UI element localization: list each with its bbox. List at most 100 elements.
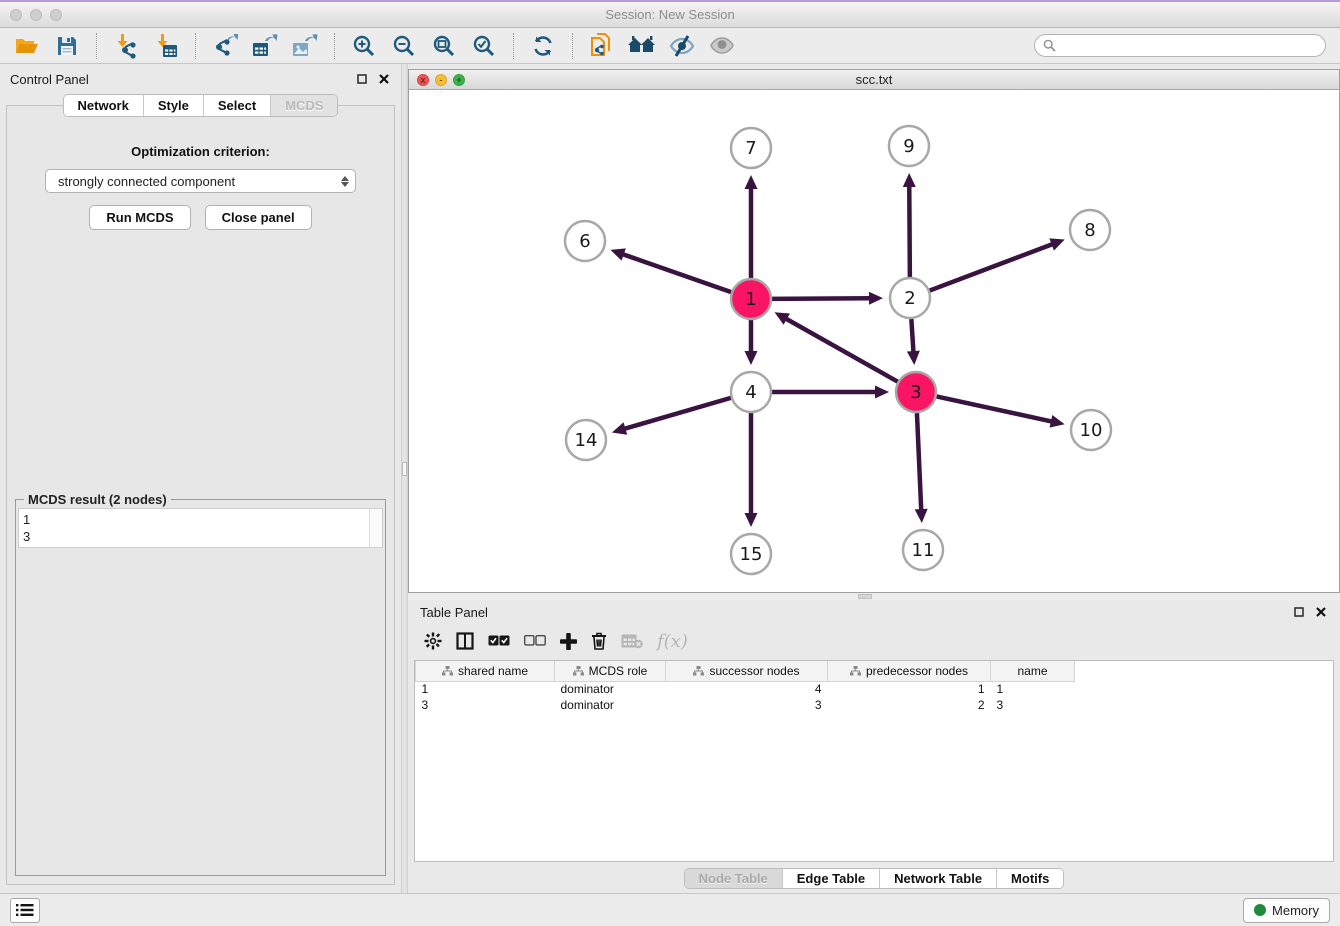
zoom-fit-button[interactable] bbox=[427, 31, 461, 61]
edge-2-3[interactable] bbox=[911, 319, 913, 352]
tab-select[interactable]: Select bbox=[204, 95, 271, 116]
zoom-selected-button[interactable] bbox=[467, 31, 501, 61]
arrowhead-3-11 bbox=[915, 509, 928, 523]
sort-hierarchy-icon bbox=[442, 666, 453, 676]
table-settings-button[interactable] bbox=[424, 632, 442, 650]
home-button[interactable] bbox=[625, 31, 659, 61]
search-input[interactable] bbox=[1061, 39, 1317, 53]
optimization-criterion-select[interactable]: strongly connected component bbox=[45, 169, 356, 193]
show-column-button[interactable] bbox=[456, 632, 474, 650]
toolbar-separator bbox=[334, 33, 335, 59]
edge-4-14[interactable] bbox=[624, 398, 730, 429]
delete-column-button[interactable] bbox=[591, 632, 607, 650]
edge-3-10[interactable] bbox=[937, 396, 1052, 421]
close-panel-icon[interactable] bbox=[1314, 605, 1328, 619]
import-network-button[interactable] bbox=[109, 31, 143, 61]
function-builder-button: f(x) bbox=[657, 631, 688, 652]
float-panel-icon[interactable] bbox=[355, 72, 369, 86]
column-header-predecessor-nodes[interactable]: predecessor nodes bbox=[828, 661, 991, 681]
import-table-icon bbox=[153, 33, 179, 59]
node-label-3: 3 bbox=[910, 382, 921, 403]
tab-motifs[interactable]: Motifs bbox=[997, 869, 1063, 888]
open-session-button[interactable] bbox=[10, 31, 44, 61]
network-file-icon bbox=[589, 32, 615, 60]
run-mcds-button[interactable]: Run MCDS bbox=[89, 205, 190, 230]
edge-2-8[interactable] bbox=[930, 244, 1053, 290]
column-header-successor-nodes[interactable]: successor nodes bbox=[666, 661, 828, 681]
edge-3-1[interactable] bbox=[786, 319, 898, 382]
export-network-button[interactable] bbox=[208, 31, 242, 61]
mcds-result-box: MCDS result (2 nodes) 1 3 bbox=[15, 499, 386, 876]
network-title: scc.txt bbox=[409, 72, 1339, 87]
edge-3-11[interactable] bbox=[917, 413, 921, 510]
memory-status-icon bbox=[1254, 904, 1266, 916]
close-panel-icon[interactable] bbox=[377, 72, 391, 86]
network-minimize-button[interactable]: - bbox=[435, 74, 447, 86]
table-row[interactable]: 1dominator 41 1 bbox=[416, 681, 1075, 697]
save-session-button[interactable] bbox=[50, 31, 84, 61]
edge-1-6[interactable] bbox=[623, 254, 731, 292]
zoom-out-button[interactable] bbox=[387, 31, 421, 61]
column-header-mcds-role[interactable]: MCDS role bbox=[555, 661, 666, 681]
tab-network-table[interactable]: Network Table bbox=[880, 869, 997, 888]
network-close-button[interactable]: x bbox=[417, 74, 429, 86]
task-history-button[interactable] bbox=[10, 898, 40, 923]
toolbar-separator bbox=[572, 33, 573, 59]
select-stepper-icon bbox=[341, 176, 349, 187]
column-header-shared-name[interactable]: shared name bbox=[416, 661, 555, 681]
node-label-9: 9 bbox=[903, 136, 914, 157]
hide-details-button[interactable] bbox=[665, 31, 699, 61]
network-maximize-button[interactable]: + bbox=[453, 74, 465, 86]
memory-button[interactable]: Memory bbox=[1243, 898, 1330, 923]
result-scrollbar[interactable] bbox=[369, 509, 382, 547]
close-panel-button[interactable]: Close panel bbox=[205, 205, 312, 230]
float-panel-icon[interactable] bbox=[1292, 605, 1306, 619]
arrowhead-3-10 bbox=[1050, 415, 1065, 428]
network-from-file-button[interactable] bbox=[585, 31, 619, 61]
zoom-fit-icon bbox=[432, 34, 456, 58]
tab-edge-table[interactable]: Edge Table bbox=[783, 869, 880, 888]
export-table-button[interactable] bbox=[248, 31, 282, 61]
node-label-2: 2 bbox=[904, 288, 915, 309]
deselect-all-button[interactable] bbox=[524, 635, 546, 647]
arrowhead-1-2 bbox=[869, 292, 883, 305]
select-all-button[interactable] bbox=[488, 635, 510, 647]
tab-mcds[interactable]: MCDS bbox=[271, 95, 337, 116]
open-folder-icon bbox=[14, 35, 40, 57]
zoom-selected-icon bbox=[472, 34, 496, 58]
splitter-grip[interactable] bbox=[858, 594, 872, 599]
toolbar-separator bbox=[96, 33, 97, 59]
search-icon bbox=[1043, 39, 1056, 52]
zoom-in-button[interactable] bbox=[347, 31, 381, 61]
node-table[interactable]: shared name MCDS role successor nodes pr… bbox=[414, 660, 1334, 862]
node-label-4: 4 bbox=[745, 382, 756, 403]
network-canvas[interactable]: 7968124314101511 bbox=[409, 90, 1339, 592]
application-window: Session: New Session bbox=[0, 0, 1340, 926]
search-field[interactable] bbox=[1034, 34, 1326, 57]
export-image-button[interactable] bbox=[288, 31, 322, 61]
splitter-grip[interactable] bbox=[402, 462, 407, 476]
table-panel: Table Panel bbox=[408, 600, 1340, 893]
tab-node-table[interactable]: Node Table bbox=[685, 869, 783, 888]
arrowhead-1-6 bbox=[610, 248, 625, 260]
table-tabs: Node Table Edge Table Network Table Moti… bbox=[684, 868, 1065, 889]
tab-network[interactable]: Network bbox=[64, 95, 144, 116]
refresh-layout-button[interactable] bbox=[526, 31, 560, 61]
create-column-button[interactable] bbox=[560, 633, 577, 650]
tab-style[interactable]: Style bbox=[144, 95, 204, 116]
table-toolbar: f(x) bbox=[408, 622, 1340, 660]
status-bar: Memory bbox=[0, 893, 1340, 926]
import-network-icon bbox=[113, 33, 139, 59]
show-details-button[interactable] bbox=[705, 31, 739, 61]
import-table-button[interactable] bbox=[149, 31, 183, 61]
edge-1-2[interactable] bbox=[772, 298, 870, 299]
result-line: 3 bbox=[23, 528, 365, 545]
vertical-splitter[interactable] bbox=[401, 64, 408, 893]
table-row[interactable]: 3dominator 32 3 bbox=[416, 697, 1075, 713]
node-label-6: 6 bbox=[579, 231, 590, 252]
network-graph[interactable]: 7968124314101511 bbox=[409, 90, 1339, 592]
horizontal-splitter[interactable] bbox=[408, 593, 1340, 600]
control-panel-title: Control Panel bbox=[10, 72, 347, 87]
column-header-name[interactable]: name bbox=[991, 661, 1075, 681]
edge-2-9[interactable] bbox=[909, 186, 910, 277]
